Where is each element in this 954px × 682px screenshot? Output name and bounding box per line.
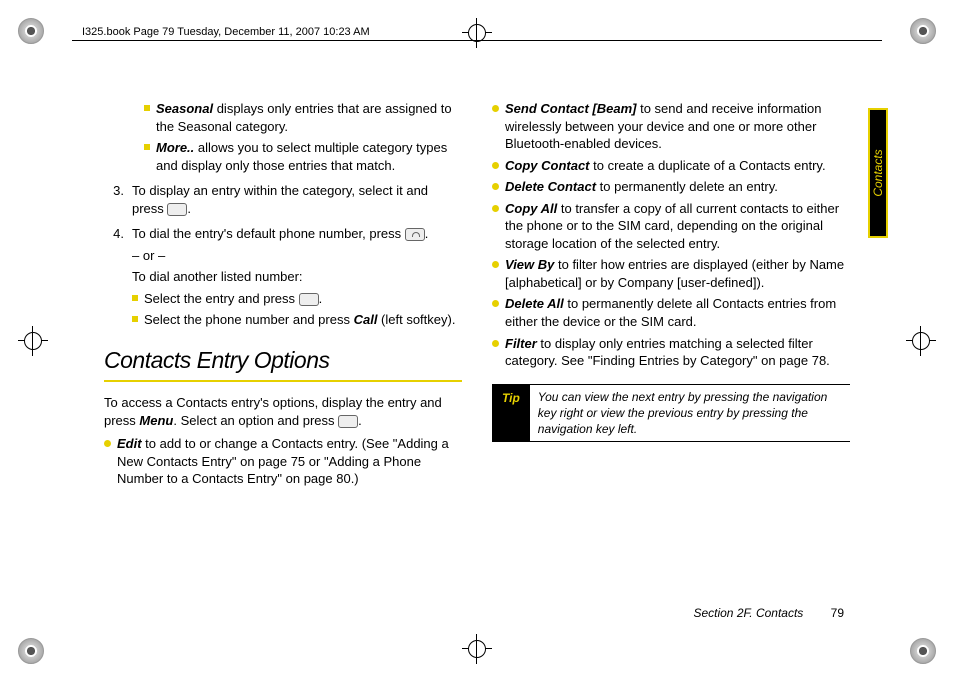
heading-underline [104,380,462,382]
square-bullet-icon [132,316,138,322]
round-bullet-icon [492,340,499,347]
round-bullet-icon [492,300,499,307]
registration-mark-icon [462,18,492,48]
round-bullet-icon [104,440,111,447]
registration-mark-icon [906,326,936,356]
tip-label: Tip [492,384,530,443]
button-key-icon [338,415,358,428]
or-divider: – or – [132,247,462,265]
tip-text: You can view the next entry by pressing … [530,384,850,443]
registration-mark-icon [462,634,492,664]
list-item: Copy All to transfer a copy of all curre… [505,200,850,253]
list-item: Filter to display only entries matching … [505,335,850,370]
crop-mark-icon [18,18,44,44]
list-item: Select the phone number and press Call (… [144,311,462,329]
header-running-text: I325.book Page 79 Tuesday, December 11, … [82,26,370,38]
tip-box: Tip You can view the next entry by press… [492,384,850,443]
crop-mark-icon [18,638,44,664]
right-column: Send Contact [Beam] to send and receive … [492,100,850,622]
side-tab: Contacts [868,108,888,238]
round-bullet-icon [492,205,499,212]
page-body: Seasonal displays only entries that are … [104,100,850,622]
round-bullet-icon [492,162,499,169]
header-rule [72,40,882,41]
crop-mark-icon [910,638,936,664]
left-column: Seasonal displays only entries that are … [104,100,462,622]
page-footer: Section 2F. Contacts 79 [693,606,844,620]
square-bullet-icon [132,295,138,301]
list-item: View By to filter how entries are displa… [505,256,850,291]
step-number: 3. [104,182,124,217]
crop-mark-icon [910,18,936,44]
footer-page-number: 79 [831,606,844,620]
button-key-icon [167,203,187,216]
section-heading: Contacts Entry Options [104,345,462,376]
list-item: Edit to add to or change a Contacts entr… [117,435,462,488]
round-bullet-icon [492,261,499,268]
paragraph: To access a Contacts entry's options, di… [104,394,462,429]
list-item: Select the entry and press . [144,290,462,308]
square-bullet-icon [144,105,150,111]
side-tab-label: Contacts [871,149,885,196]
step-text: To display an entry within the category,… [132,182,462,217]
round-bullet-icon [492,105,499,112]
list-item: Delete All to permanently delete all Con… [505,295,850,330]
instruction-text: To dial another listed number: [132,268,462,286]
step-number: 4. [104,225,124,243]
registration-mark-icon [18,326,48,356]
square-bullet-icon [144,144,150,150]
step-text: To dial the entry's default phone number… [132,225,462,243]
list-item: Seasonal displays only entries that are … [156,100,462,135]
list-item: Send Contact [Beam] to send and receive … [505,100,850,153]
round-bullet-icon [492,183,499,190]
call-key-icon [405,228,425,241]
list-item: Copy Contact to create a duplicate of a … [505,157,850,175]
footer-section: Section 2F. Contacts [693,606,803,620]
list-item: More.. allows you to select multiple cat… [156,139,462,174]
list-item: Delete Contact to permanently delete an … [505,178,850,196]
button-key-icon [299,293,319,306]
